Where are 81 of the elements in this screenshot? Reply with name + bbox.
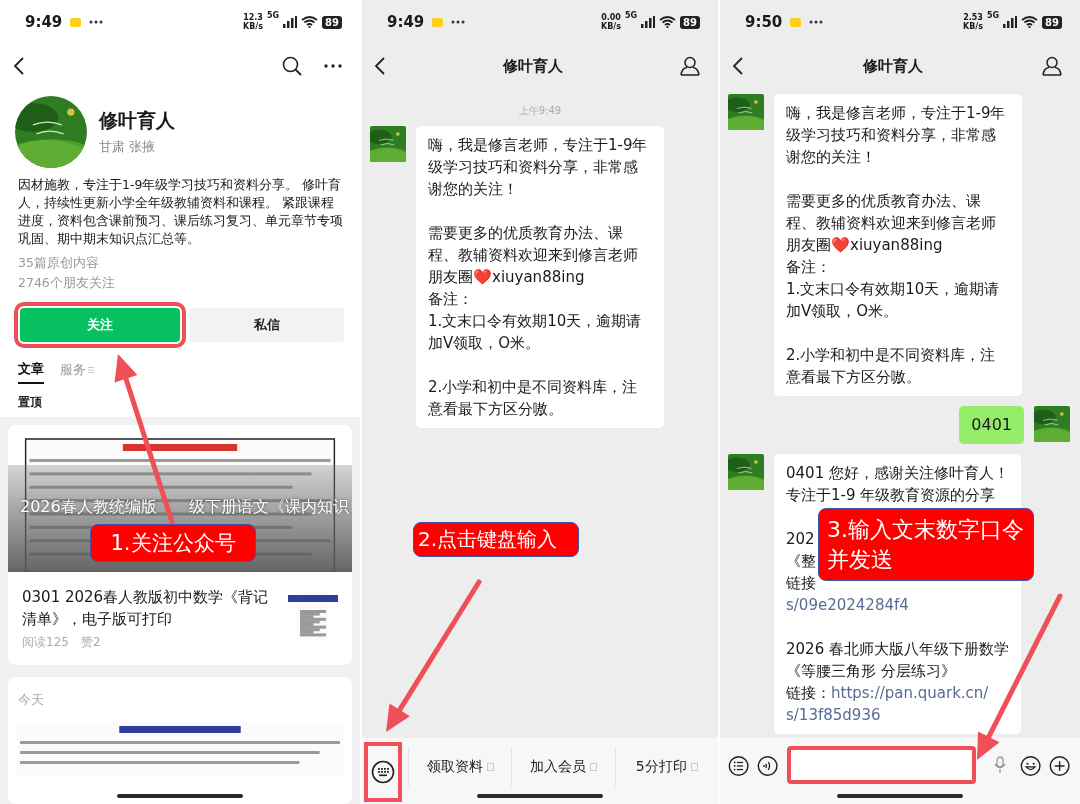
message-text: 0401 [971, 414, 1012, 436]
emoji-icon[interactable] [1019, 754, 1041, 778]
battery-indicator: 89 [1042, 15, 1062, 29]
back-icon[interactable] [732, 57, 744, 75]
menu-item[interactable]: 5分打印 [614, 748, 718, 786]
account-stat: 35篇原创内容 [17, 254, 100, 272]
battery-indicator: 89 [680, 15, 700, 29]
menu-item[interactable]: 加入会员 [511, 748, 615, 786]
message-line: 《等腰三角形 分层练习》 [786, 661, 956, 682]
account-stat: 2746个朋友关注 [17, 274, 116, 292]
app-badge-icon [790, 17, 802, 27]
account-description: 因材施教，专注于1-9年级学习技巧和资料分享。 修叶育人，持续性更新小学全年级教辅资料和课程。 紧跟课程进度，资料包含课前预习、课后练习复习、单元章节专项巩固、期中期末知识点汇总等。 [17, 176, 344, 248]
menu-item-icon [486, 763, 494, 771]
voice-icon[interactable] [757, 754, 779, 778]
date-label: 今天 [17, 691, 45, 709]
tab[interactable]: 文章 [18, 360, 44, 384]
keyboard-icon[interactable] [371, 760, 395, 784]
message-line: 专注于1-9 年级教育资源的分享 [786, 485, 996, 506]
message-link[interactable]: https://pan.quark.cn/ [831, 684, 989, 702]
message-text: 嗨，我是修言老师，专注于1-9年级学习技巧和资料分享，非常感谢您的关注！ [786, 103, 1007, 168]
message-line: 链接 [786, 573, 816, 594]
profile-icon[interactable] [680, 56, 700, 76]
menu-item-icon [690, 763, 698, 771]
more-dots-icon [451, 20, 466, 24]
wifi-icon [659, 16, 677, 28]
network-type: 5G [986, 11, 1000, 20]
back-icon[interactable] [374, 57, 386, 75]
message-input[interactable] [786, 746, 976, 784]
network-speed: 0.00 KB/s [600, 13, 621, 31]
message-button[interactable]: 私信 [190, 308, 344, 342]
like-count: 赞2 [80, 634, 101, 651]
message-line: 202 [786, 529, 815, 550]
message-line: 0401 您好，感谢关注修叶育人！ [786, 463, 1009, 484]
status-time: 9:50 [745, 13, 783, 31]
back-icon[interactable] [13, 57, 25, 75]
section-label: 置顶 [17, 394, 43, 411]
chat-title: 修叶育人 [863, 56, 923, 76]
network-type: 5G [624, 11, 638, 20]
signal-icon [641, 16, 656, 28]
message-text: 需要更多的优质教育办法、课程、教辅资料欢迎来到修言老师朋友圈❤xiuyan88ing 备注： 1.文末口令有效期10天，逾期请加V领取，O米。 [428, 223, 643, 354]
network-speed: 12.3 KB/s [242, 13, 263, 31]
profile-icon[interactable] [1042, 56, 1062, 76]
account-name: 修叶育人 [99, 108, 175, 133]
more-dots-icon [809, 20, 824, 24]
account-location: 甘肃 张掖 [99, 138, 157, 156]
keyboard-button[interactable] [364, 742, 402, 802]
annotation-callout: 1.关注公众号 [90, 524, 256, 563]
list-icon[interactable] [728, 754, 750, 778]
message-text: 需要更多的优质教育办法、课程、教辅资料欢迎来到修言老师朋友圈❤xiuyan88ing 备注： 1.文末口令有效期10天，逾期请加V领取，O米。 [786, 191, 1001, 322]
read-count: 阅读125 [22, 634, 69, 651]
annotation-callout: 2.点击键盘输入 [413, 522, 579, 557]
annotation-callout: 3.输入文末数字口令并发送 [818, 508, 1034, 582]
message-line: 2026 春北师大版八年级下册数学 [786, 639, 1009, 660]
message-link[interactable]: s/09e2024284f4 [786, 596, 909, 614]
link-label: 链接： [786, 684, 831, 702]
battery-indicator: 89 [322, 15, 342, 29]
more-dots-icon [89, 20, 104, 24]
status-time: 9:49 [387, 13, 425, 31]
message-text: 嗨，我是修言老师，专注于1-9年级学习技巧和资料分享，非常感谢您的关注！ [428, 135, 649, 200]
menu-item-icon [590, 763, 597, 771]
signal-icon [1003, 16, 1018, 28]
add-icon[interactable] [1048, 754, 1070, 778]
message-text: 2.小学和初中是不同资料库，注意看最下方区分嗷。 [428, 377, 639, 420]
network-type: 5G [266, 11, 280, 20]
network-speed: 2.53 KB/s [962, 13, 983, 31]
signal-icon [283, 16, 298, 28]
app-badge-icon [432, 17, 444, 27]
message-line: 《整 [786, 551, 816, 572]
message-link[interactable]: s/13f85d936 [786, 706, 881, 724]
message-text: 2.小学和初中是不同资料库，注意看最下方区分嗷。 [786, 345, 997, 388]
list-icon [88, 367, 94, 373]
article-title: 0301 2026春人教版初中数学《背记清单》，电子版可打印 [22, 587, 270, 630]
microphone-icon[interactable] [993, 756, 1006, 774]
chat-title: 修叶育人 [503, 56, 563, 76]
app-badge-icon [70, 17, 82, 27]
wifi-icon [301, 16, 319, 28]
status-time: 9:49 [25, 13, 63, 31]
menu-item[interactable]: 领取资料 [408, 748, 512, 786]
search-icon[interactable] [282, 56, 302, 76]
more-icon[interactable] [324, 64, 342, 68]
wifi-icon [1021, 16, 1039, 28]
